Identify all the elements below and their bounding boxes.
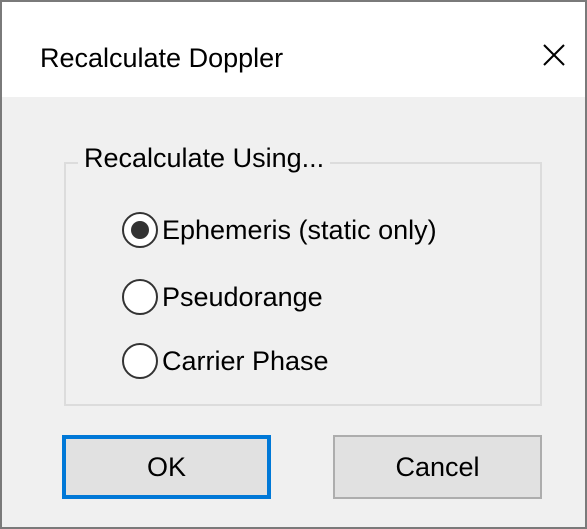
radio-label-carrier-phase[interactable]: Carrier Phase: [162, 345, 329, 377]
cancel-button[interactable]: Cancel: [333, 435, 542, 499]
group-legend: Recalculate Using...: [78, 142, 331, 174]
radio-button-selected[interactable]: [122, 212, 158, 248]
title-bar[interactable]: Recalculate Doppler: [2, 2, 585, 97]
close-button[interactable]: [531, 32, 577, 78]
ok-button[interactable]: OK: [62, 435, 271, 499]
recalculate-using-group: Recalculate Using... Ephemeris (static o…: [64, 142, 542, 406]
radio-ephemeris[interactable]: Ephemeris (static only): [122, 210, 437, 250]
radio-selected-dot: [131, 221, 149, 239]
radio-label-pseudorange[interactable]: Pseudorange: [162, 281, 323, 313]
radio-label-ephemeris[interactable]: Ephemeris (static only): [162, 214, 437, 246]
close-icon: [543, 44, 565, 66]
radio-carrier-phase[interactable]: Carrier Phase: [122, 341, 329, 381]
window-title: Recalculate Doppler: [40, 43, 284, 73]
radio-button[interactable]: [122, 343, 158, 379]
radio-pseudorange[interactable]: Pseudorange: [122, 277, 323, 317]
recalculate-doppler-dialog: Recalculate Doppler Recalculate Using...…: [0, 0, 587, 529]
radio-button[interactable]: [122, 279, 158, 315]
